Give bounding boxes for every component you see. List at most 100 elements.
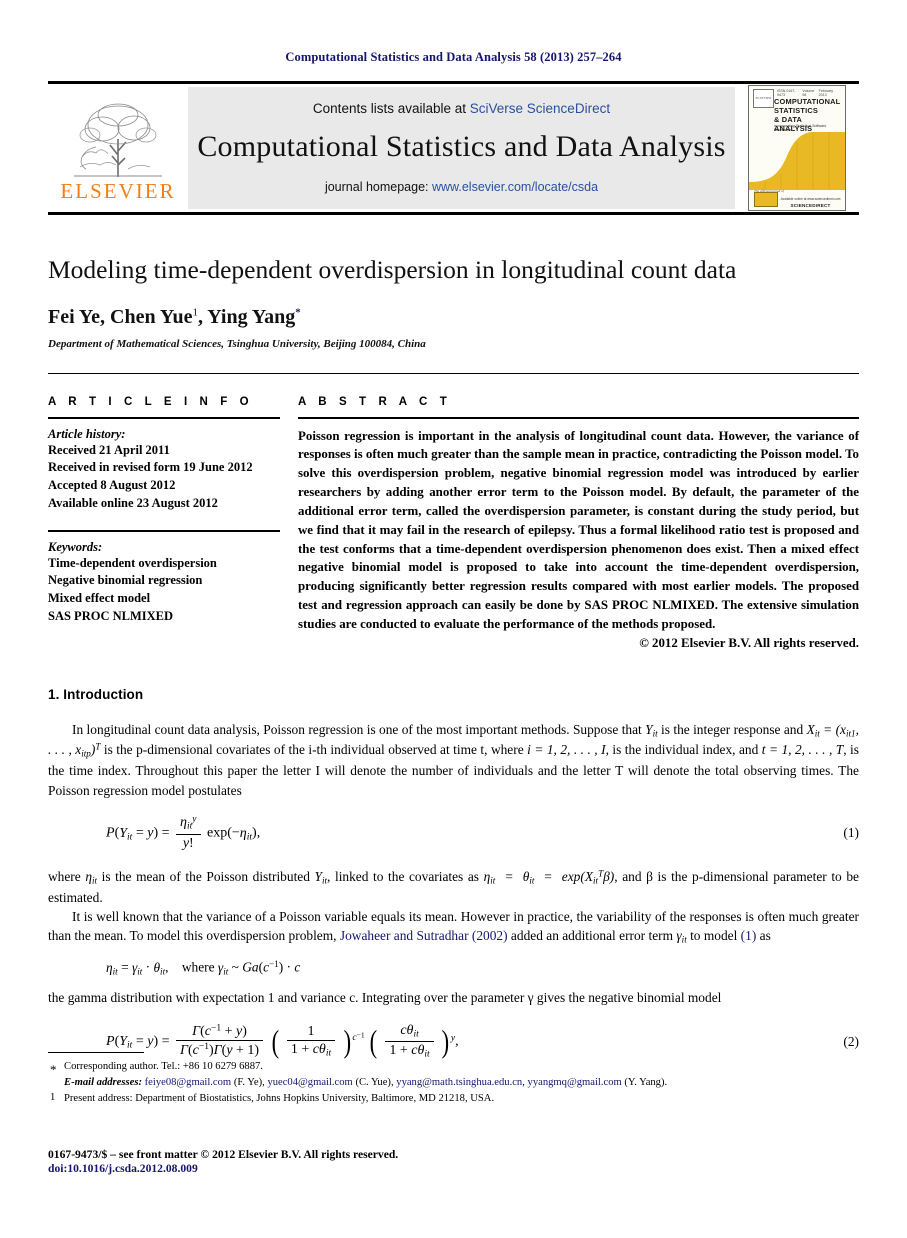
footnote-one-text: Present address: Department of Biostatis… [64,1092,495,1104]
email-link[interactable]: feiye08@gmail.com [145,1077,232,1088]
author-names-first: Fei Ye, Chen Yue [48,305,193,328]
equation-1-body: P(Yit = y) = ηity y! exp(−ηit), [48,814,843,853]
cover-sciencedirect-wordmark: SCIENCEDIRECT [790,203,831,208]
elsevier-tree-icon [66,95,170,179]
intro-paragraph-2: where ηit is the mean of the Poisson dis… [48,867,859,907]
article-info-column: A R T I C L E I N F O Article history: R… [48,396,298,651]
elsevier-logo: ELSEVIER [48,87,188,209]
article-history-received: Received 21 April 2011 [48,442,170,457]
abstract-heading: A B S T R A C T [298,395,452,408]
introduction-section: 1. Introduction In longitudinal count da… [48,687,859,1062]
intro-p2-c: , linked to the covariates as [327,868,484,884]
issn-front-matter-line: 0167-9473/$ – see front matter © 2012 El… [48,1148,399,1161]
footnote-one-marker: 1 [50,1091,56,1103]
intro-p3-c: to model [686,928,741,944]
math-link-function: ηit = θit = exp(XitTβ) [483,868,615,886]
email-link[interactable]: yuec04@gmail.com [267,1077,352,1088]
keyword-item: SAS PROC NLMIXED [48,608,174,623]
article-history-revised: Received in revised form 19 June 2012 [48,460,253,475]
keyword-item: Negative binomial regression [48,573,203,588]
page-title: Modeling time-dependent overdispersion i… [48,255,737,284]
equation-reference-1[interactable]: (1) [741,928,757,943]
cover-elsevier-box: ELSEVIER [753,89,774,108]
email-person: (F. Ye), [231,1076,268,1088]
affiliation: Department of Mathematical Sciences, Tsi… [48,337,426,350]
email-link[interactable]: yyang@math.tsinghua.edu.cn [396,1077,522,1088]
author-names-second: , Ying Yang [197,305,296,328]
email-link[interactable]: yyangmq@gmail.com [528,1077,622,1088]
article-history-label: Article history: [48,426,126,441]
journal-article-page: Computational Statistics and Data Analys… [0,0,907,1238]
math-Yit: Yit [645,721,658,739]
equation-1-number: (1) [843,825,859,841]
footnote-divider [48,1052,144,1053]
cover-title-line-1: COMPUTATIONAL [774,97,841,106]
introduction-heading: 1. Introduction [48,686,144,702]
citation-link-jowaheer[interactable]: Jowaheer and Sutradhar (2002) [340,928,508,943]
keywords-label: Keywords: [48,539,103,554]
abstract-rule [298,416,859,419]
intro-p2-b: is the mean of the Poisson distributed [97,868,315,884]
math-eta-it: ηit [85,868,98,886]
cover-issn-center: Volume 58 [802,89,815,97]
keyword-item: Mixed effect model [48,591,151,606]
math-t-range: t = 1, 2, . . . , T [761,742,844,758]
article-info-heading: A R T I C L E I N F O [48,395,254,408]
intro-p2-a: where [48,868,86,884]
abstract-text: Poisson regression is important in the a… [298,428,859,631]
equation-1-row: P(Yit = y) = ηity y! exp(−ηit), (1) [48,814,859,853]
cover-issn-line: ISSN 0167-9473 Volume 58 February 2013 [777,89,841,97]
intro-paragraph-1: In longitudinal count data analysis, Poi… [48,720,859,800]
footnote-emails: E-mail addresses: feiye08@gmail.com (F. … [48,1075,859,1091]
homepage-prefix: journal homepage: [324,179,432,194]
journal-title: Computational Statistics and Data Analys… [197,129,726,163]
abstract-copyright: © 2012 Elsevier B.V. All rights reserved… [639,635,859,650]
email-person: (C. Yue), [352,1076,397,1088]
sciencedirect-link[interactable]: SciVerse ScienceDirect [470,101,610,116]
intro-p1-a: In longitudinal count data analysis, Poi… [72,721,646,737]
corresponding-author-marker[interactable]: * [295,306,301,318]
cover-curve-graphic [749,130,845,190]
journal-cover-thumbnail: ELSEVIER ISSN 0167-9473 Volume 58 Februa… [735,85,859,211]
unnumbered-equation-gamma: ηit = γit · θit, where γit ~ Ga(c−1) · c [106,959,301,977]
title-divider [48,372,859,374]
math-Yit-2: Yit [314,868,328,886]
author-list: Fei Ye, Chen Yue1, Ying Yang* [48,306,859,329]
keyword-item: Time-dependent overdispersion [48,555,217,570]
doi-link[interactable]: doi:10.1016/j.csda.2012.08.009 [48,1162,859,1175]
equation-2-number: (2) [843,1033,859,1049]
intro-p1-d: , is the individual index, and [605,742,762,758]
page-bottom-block: 0167-9473/$ – see front matter © 2012 El… [48,1148,859,1175]
elsevier-wordmark: ELSEVIER [60,178,176,203]
intro-p1-b: is the integer response and [657,721,807,737]
email-person: (Y. Yang). [621,1076,668,1088]
footnote-area: * Corresponding author. Tel.: +86 10 6279… [48,1052,859,1107]
footnote-corresponding-author: * Corresponding author. Tel.: +86 10 6279… [48,1059,859,1077]
cover-issn-right: February 2013 [818,89,834,97]
article-info-rule [48,416,280,419]
intro-paragraph-4: the gamma distribution with expectation … [48,990,722,1006]
email-addresses-label: E-mail addresses: [64,1076,142,1088]
contents-available-line: Contents lists available at SciVerse Sci… [313,101,610,116]
cover-issn-left: ISSN 0167-9473 [777,89,796,97]
journal-masthead: ELSEVIER Contents lists available at Sci… [48,81,859,215]
journal-homepage-line: journal homepage: www.elsevier.com/locat… [325,180,598,194]
cover-availability-text: Available online at www.sciencedirect.co… [780,197,841,201]
running-head: Computational Statistics and Data Analys… [285,50,622,64]
page-content: Computational Statistics and Data Analys… [48,0,859,1075]
contents-available-prefix: Contents lists available at [312,100,470,116]
abstract-column: A B S T R A C T Poisson regression is im… [298,396,859,651]
article-history-online: Available online 23 August 2012 [48,495,218,510]
math-i-range: i = 1, 2, . . . , I [527,742,606,758]
intro-p3-b: added an additional error term [507,928,677,944]
homepage-url-link[interactable]: www.elsevier.com/locate/csda [432,180,598,194]
info-abstract-section: A R T I C L E I N F O Article history: R… [48,396,859,651]
intro-p1-c: is the p-dimensional covariates of the i… [100,742,528,758]
title-block: Modeling time-dependent overdispersion i… [48,255,859,350]
math-gamma-it: γit [676,928,687,945]
article-history-accepted: Accepted 8 August 2012 [48,478,176,493]
keywords-rule [48,529,280,532]
cover-society-badge-icon [754,192,778,207]
footnote-present-address: 1 Present address: Department of Biostati… [48,1091,859,1107]
